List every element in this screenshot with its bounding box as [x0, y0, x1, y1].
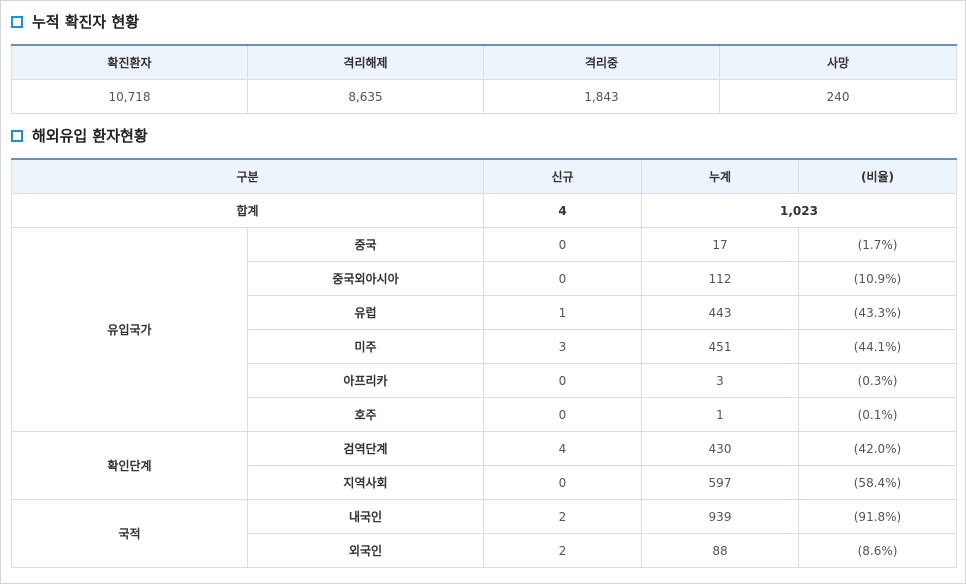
table-row: 유입국가 중국 0 17 (1.7%) [11, 227, 957, 432]
page-frame: 누적 확진자 현황 확진환자 격리해제 격리중 사망 10,718 8,635 … [0, 0, 966, 584]
row-name: 외국인 [247, 533, 484, 568]
cumulative-header-row: 확진환자 격리해제 격리중 사망 [11, 44, 957, 80]
overseas-header-row: 구분 신규 누계 (비율) [11, 158, 957, 194]
group-label-origin: 유입국가 [11, 227, 248, 432]
row-total: 597 [641, 465, 799, 500]
row-new: 2 [483, 533, 642, 568]
value-isolated: 1,843 [483, 79, 720, 114]
value-released: 8,635 [247, 79, 484, 114]
row-total: 939 [641, 499, 799, 534]
row-name: 중국외아시아 [247, 261, 484, 296]
row-name: 유럽 [247, 295, 484, 330]
row-total: 430 [641, 431, 799, 466]
row-new: 4 [483, 431, 642, 466]
sum-total: 1,023 [641, 193, 957, 228]
header-released: 격리해제 [247, 44, 484, 80]
cumulative-title-text: 누적 확진자 현황 [32, 13, 140, 31]
row-ratio: (44.1%) [798, 329, 957, 364]
row-name: 중국 [247, 227, 484, 262]
row-new: 0 [483, 261, 642, 296]
row-total: 3 [641, 363, 799, 398]
header-category: 구분 [11, 158, 484, 194]
group-label-stage: 확인단계 [11, 431, 248, 500]
row-ratio: (58.4%) [798, 465, 957, 500]
value-deaths: 240 [719, 79, 957, 114]
row-total: 451 [641, 329, 799, 364]
row-ratio: (10.9%) [798, 261, 957, 296]
row-ratio: (91.8%) [798, 499, 957, 534]
row-total: 443 [641, 295, 799, 330]
table-row: 국적 내국인 2 939 (91.8%) [11, 499, 957, 568]
square-bullet-icon [11, 15, 23, 28]
row-name: 지역사회 [247, 465, 484, 500]
header-isolated: 격리중 [483, 44, 720, 80]
value-confirmed: 10,718 [11, 79, 248, 114]
header-new: 신규 [483, 158, 642, 194]
cumulative-value-row: 10,718 8,635 1,843 240 [11, 79, 957, 114]
row-new: 0 [483, 465, 642, 500]
row-ratio: (0.1%) [798, 397, 957, 432]
row-ratio: (1.7%) [798, 227, 957, 262]
overseas-title-text: 해외유입 환자현황 [32, 127, 148, 145]
table-row: 확인단계 검역단계 4 430 (42.0%) [11, 431, 957, 500]
row-new: 0 [483, 227, 642, 262]
row-total: 17 [641, 227, 799, 262]
row-new: 0 [483, 363, 642, 398]
header-ratio: (비율) [798, 158, 957, 194]
row-new: 1 [483, 295, 642, 330]
row-total: 112 [641, 261, 799, 296]
row-name: 내국인 [247, 499, 484, 534]
square-bullet-icon [11, 129, 23, 142]
header-deaths: 사망 [719, 44, 957, 80]
row-name: 아프리카 [247, 363, 484, 398]
header-total: 누계 [641, 158, 799, 194]
sum-row: 합계 4 1,023 [11, 193, 957, 228]
header-confirmed: 확진환자 [11, 44, 248, 80]
row-name: 미주 [247, 329, 484, 364]
sum-new: 4 [483, 193, 642, 228]
row-total: 88 [641, 533, 799, 568]
row-name: 검역단계 [247, 431, 484, 466]
overseas-section-title: 해외유입 환자현황 [11, 125, 148, 146]
cumulative-section-title: 누적 확진자 현황 [11, 11, 139, 32]
row-ratio: (0.3%) [798, 363, 957, 398]
sum-label: 합계 [11, 193, 484, 228]
overseas-table: 구분 신규 누계 (비율) 합계 4 1,023 유입국가 중국 0 17 (1… [11, 158, 957, 568]
row-new: 0 [483, 397, 642, 432]
cumulative-table: 확진환자 격리해제 격리중 사망 10,718 8,635 1,843 240 [11, 44, 957, 114]
row-total: 1 [641, 397, 799, 432]
group-label-nationality: 국적 [11, 499, 248, 568]
row-new: 2 [483, 499, 642, 534]
row-ratio: (8.6%) [798, 533, 957, 568]
row-name: 호주 [247, 397, 484, 432]
row-ratio: (42.0%) [798, 431, 957, 466]
row-ratio: (43.3%) [798, 295, 957, 330]
row-new: 3 [483, 329, 642, 364]
